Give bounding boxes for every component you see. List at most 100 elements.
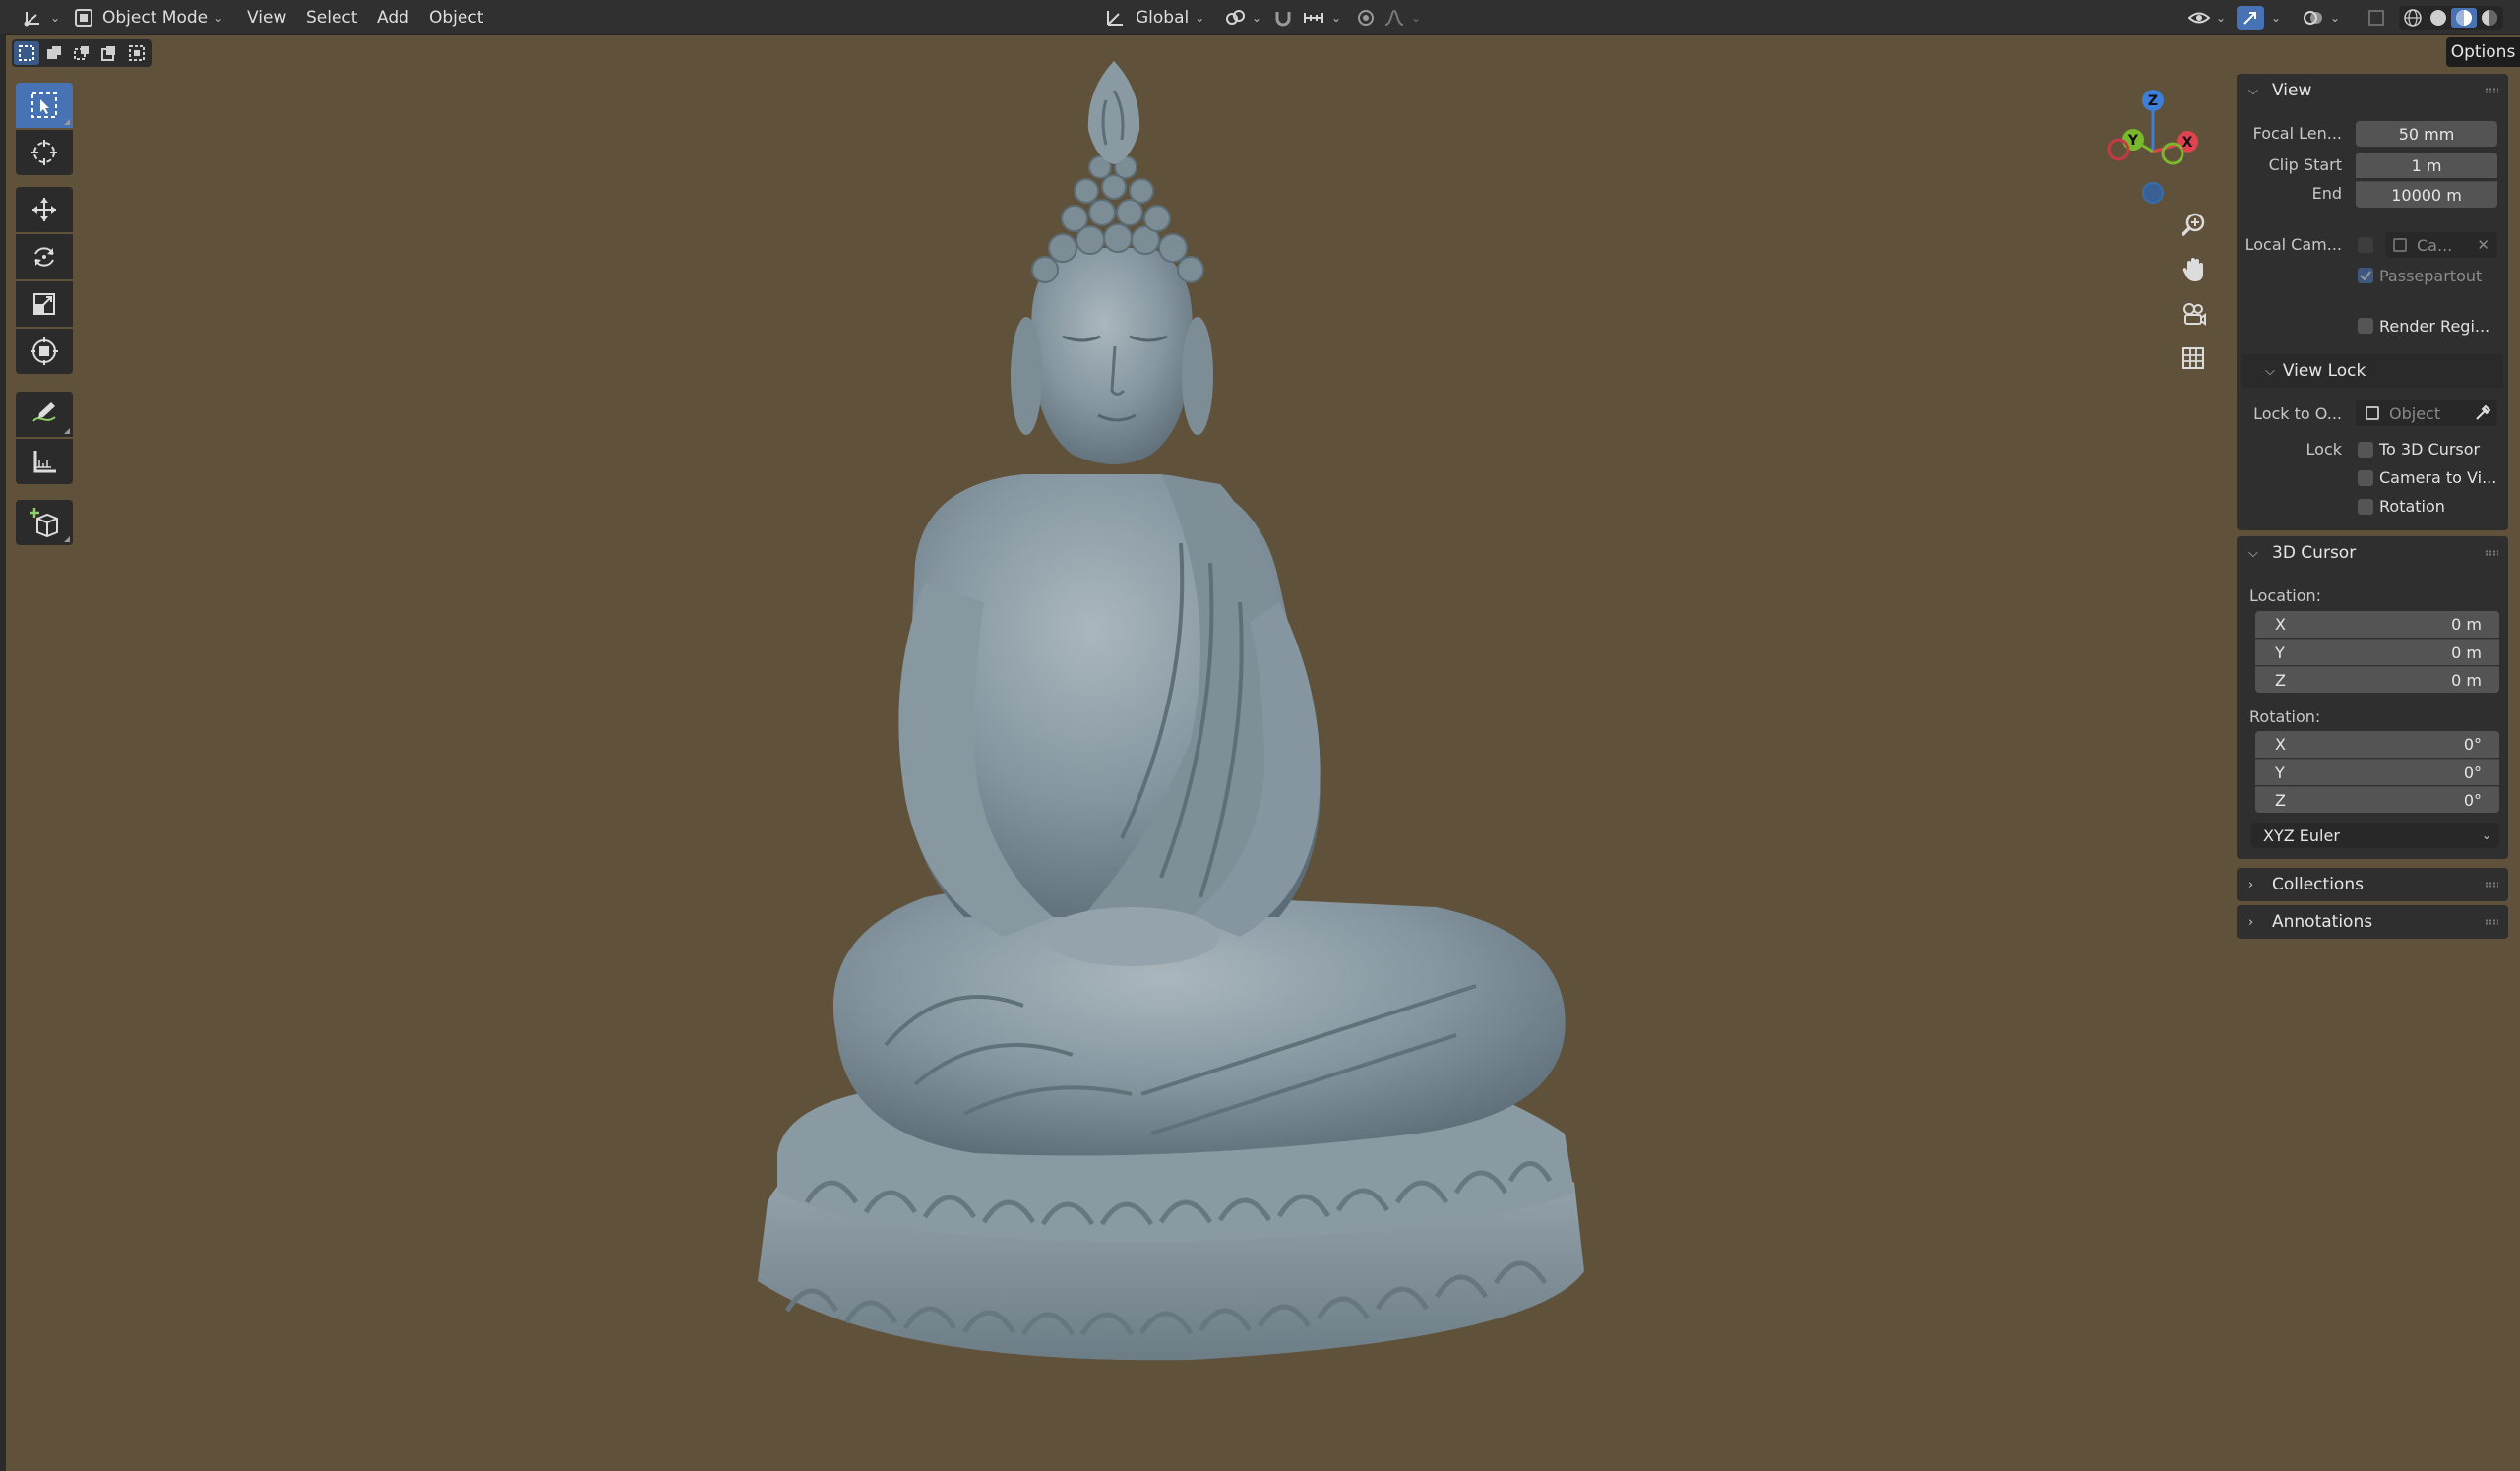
zoom-magnifier-icon [2181,213,2205,237]
drag-handle-icon[interactable] [2485,550,2498,556]
chevron-down-icon: ⌄ [2329,11,2341,25]
render-region-label: Render Regi... [2379,317,2490,336]
annotations-title: Annotations [2272,912,2373,932]
pan-button[interactable] [2174,250,2213,289]
eyedropper-icon[interactable] [2474,404,2491,422]
buddha-statue-model[interactable] [728,51,1594,1389]
mode-dropdown[interactable]: Object Mode ⌄ [75,0,223,35]
menu-add[interactable]: Add [377,0,409,35]
solid-shading-button[interactable] [2426,8,2451,28]
menu-select[interactable]: Select [306,0,357,35]
lock-to-3d-cursor-checkbox[interactable] [2358,442,2373,458]
rotate-tool[interactable] [16,234,73,279]
gizmo-neg-z-axis[interactable] [2142,182,2164,204]
menu-view[interactable]: View [247,0,286,35]
snap-toggle[interactable] [1269,6,1297,30]
lock-rotation-label: Rotation [2379,497,2445,516]
material-shading-button[interactable] [2451,8,2477,28]
cursor-location-x-field[interactable]: X 0 m [2255,611,2499,638]
proportional-edit-toggle[interactable] [1352,6,1380,30]
select-box-tool[interactable] [16,83,73,128]
render-region-checkbox[interactable] [2358,318,2373,334]
clip-start-field[interactable]: 1 m [2356,153,2497,178]
axis-z-label: Z [2275,790,2286,810]
annotate-tool[interactable] [16,392,73,437]
lock-to-3d-cursor-label: To 3D Cursor [2379,440,2481,459]
cursor-rotation-y-field[interactable]: Y 0° [2255,759,2499,785]
menu-add-label: Add [377,8,409,28]
zoom-button[interactable] [2174,206,2213,245]
close-icon[interactable]: ✕ [2477,236,2489,254]
view-lock-title: View Lock [2282,361,2366,381]
clip-end-field[interactable]: 10000 m [2356,181,2497,208]
collections-panel-header[interactable]: › Collections [2237,868,2508,901]
axis-y-label: Y [2275,643,2285,662]
3d-cursor-panel-header[interactable]: ⌵ 3D Cursor [2237,536,2508,570]
wireframe-shading-button[interactable] [2400,8,2426,28]
measure-tool[interactable] [16,439,73,484]
drag-handle-icon[interactable] [2485,88,2498,93]
cursor-location-z-field[interactable]: Z 0 m [2255,666,2499,693]
material-sphere-icon [2456,10,2472,26]
orientation-label: Global [1136,8,1190,28]
tool-options-corner [64,428,70,434]
pivot-point-button[interactable]: ⌄ [1220,6,1265,30]
viewport-header: ⌄ Object Mode ⌄ View Select Add Object G… [0,0,2520,35]
perspective-toggle-button[interactable] [2174,338,2213,378]
cursor-location-y-field[interactable]: Y 0 m [2255,639,2499,665]
scale-tool[interactable] [16,281,73,327]
rendered-shading-button[interactable] [2477,8,2502,28]
chevron-down-icon: ⌄ [1330,11,1342,25]
select-extend-button[interactable] [41,41,67,65]
gizmo-x-label: X [2182,135,2193,151]
gizmo-z-label: Z [2148,93,2158,109]
local-camera-checkbox[interactable] [2358,237,2373,253]
xray-toggle[interactable] [2364,6,2389,30]
lock-to-object-field[interactable]: Object [2356,400,2497,426]
chevron-down-icon: ⌄ [2481,828,2491,842]
cursor-rotation-z-field[interactable]: Z 0° [2255,786,2499,813]
add-cube-tool[interactable] [16,500,73,545]
cursor-rotation-x-field[interactable]: X 0° [2255,731,2499,758]
gizmo-toggle[interactable] [2237,6,2264,30]
cursor-rotation-x-value: 0° [2463,735,2482,754]
transform-tool[interactable] [16,329,73,374]
rotation-mode-dropdown[interactable]: XYZ Euler ⌄ [2251,823,2499,848]
transform-orientation-dropdown[interactable]: Global ⌄ [1104,0,1204,35]
overlays-button[interactable]: ⌄ [2299,6,2344,30]
editor-type-button[interactable]: ⌄ [20,6,63,30]
local-camera-field[interactable]: Ca... ✕ [2385,232,2497,258]
move-arrows-icon [32,198,56,221]
visibility-button[interactable]: ⌄ [2184,6,2230,30]
menu-object[interactable]: Object [429,0,483,35]
camera-to-view-checkbox[interactable] [2358,470,2373,486]
gizmo-neg-x-axis[interactable] [2107,138,2130,161]
drag-handle-icon[interactable] [2485,919,2498,925]
annotations-panel-header[interactable]: › Annotations [2237,905,2508,939]
object-icon [2366,406,2379,420]
select-invert-icon [101,46,115,61]
select-subtract-button[interactable] [69,41,94,65]
options-button[interactable]: Options [2446,37,2520,67]
cursor-tool[interactable] [16,130,73,175]
gizmo-dropdown[interactable]: ⌄ [2265,6,2287,30]
select-intersect-button[interactable] [124,41,150,65]
snap-target-button[interactable]: ⌄ [1299,6,1344,30]
navigation-gizmo[interactable]: Z X Y [2094,83,2212,211]
passepartout-checkbox[interactable] [2358,268,2373,283]
view-panel-header[interactable]: ⌵ View [2237,74,2508,107]
shading-buttons [2399,6,2503,30]
move-tool[interactable] [16,187,73,232]
menu-select-label: Select [306,8,358,28]
view-lock-subpanel-header[interactable]: ⌵ View Lock [2242,354,2503,388]
drag-handle-icon[interactable] [2485,882,2498,888]
select-new-button[interactable] [14,41,39,65]
proportional-edit-icon [1358,10,1374,26]
lock-rotation-checkbox[interactable] [2358,499,2373,515]
falloff-button[interactable]: ⌄ [1382,6,1423,30]
solid-sphere-icon [2430,10,2446,26]
select-invert-button[interactable] [96,41,122,65]
collections-title: Collections [2272,875,2364,894]
camera-view-button[interactable] [2174,294,2213,334]
focal-length-field[interactable]: 50 mm [2356,121,2497,147]
